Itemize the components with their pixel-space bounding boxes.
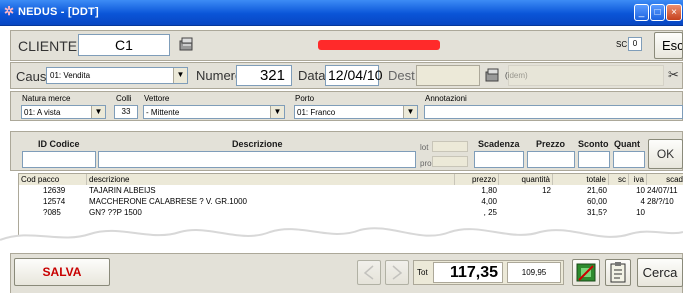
- dest-label: Dest: [388, 68, 415, 83]
- sc-field[interactable]: 0: [628, 37, 642, 51]
- colli-field[interactable]: 33: [114, 105, 138, 119]
- cell-quantita: 12: [542, 186, 551, 195]
- cell-desc: TAJARIN ALBEIJS: [89, 186, 156, 195]
- natura-select[interactable]: 01: A vista ▼: [21, 105, 106, 119]
- printer-icon: [576, 263, 596, 282]
- prezzo-field[interactable]: [527, 151, 575, 168]
- vettore-select[interactable]: - Mittente ▼: [143, 105, 285, 119]
- cell-iva: 10: [636, 208, 645, 217]
- nav-right-icon: [392, 265, 403, 280]
- cell-desc: MACCHERONE CALABRESE ? V. GR.1000: [89, 197, 247, 206]
- lot-field: [432, 141, 468, 152]
- cell-cod: ?085: [43, 208, 61, 217]
- cell-prezzo: , 25: [483, 208, 497, 217]
- cell-totale: 31,5?: [586, 208, 607, 217]
- tot-label: Tot: [417, 268, 428, 277]
- next-button[interactable]: [385, 260, 409, 285]
- annotazioni-field[interactable]: [424, 105, 683, 119]
- title-bar: [0, 0, 683, 26]
- vettore-value: - Mittente: [146, 108, 180, 117]
- porto-select[interactable]: 01: Franco ▼: [294, 105, 418, 119]
- pro-label: pro: [420, 159, 432, 168]
- scadenza-field[interactable]: [474, 151, 524, 168]
- caus-label: Caus: [16, 69, 47, 84]
- cell-iva: 4: [640, 197, 645, 206]
- quant-field[interactable]: [613, 151, 645, 168]
- col-cod-pacco[interactable]: Cod pacco: [19, 174, 87, 185]
- natura-value: 01: A vista: [24, 108, 61, 117]
- ok-button[interactable]: OK: [648, 139, 683, 169]
- cliente-label: CLIENTE: [18, 38, 78, 54]
- id-codice-label: ID Codice: [38, 139, 80, 149]
- nav-left-icon: [363, 265, 374, 280]
- colli-label: Colli: [116, 94, 132, 103]
- dest-field[interactable]: [416, 65, 480, 86]
- col-sc[interactable]: sc: [609, 174, 629, 185]
- natura-label: Natura merce: [22, 94, 71, 103]
- data-label: Data: [298, 68, 326, 83]
- tot-value: 117,35: [433, 262, 503, 283]
- cell-prezzo: 1,80: [481, 186, 497, 195]
- col-quantita[interactable]: quantità: [499, 174, 553, 185]
- lot-label: lot: [420, 143, 429, 152]
- esci-button[interactable]: Esci: [654, 32, 683, 59]
- quant-label: Quant: [614, 139, 640, 149]
- chevron-down-icon[interactable]: ▼: [173, 68, 187, 83]
- dest-lookup-icon[interactable]: [484, 67, 502, 85]
- chevron-down-icon[interactable]: ▼: [91, 106, 105, 118]
- tool-icon[interactable]: ✂: [668, 67, 683, 83]
- chevron-down-icon[interactable]: ▼: [270, 106, 284, 118]
- chevron-down-icon[interactable]: ▼: [403, 106, 417, 118]
- descrizione-label: Descrizione: [232, 139, 283, 149]
- col-totale[interactable]: totale: [553, 174, 609, 185]
- cell-cod: 12639: [43, 186, 66, 195]
- caus-value: 01: Vendita: [50, 71, 91, 80]
- subtotal-value: 109,95: [507, 262, 561, 283]
- id-codice-field[interactable]: [22, 151, 96, 168]
- maximize-button[interactable]: □: [650, 4, 665, 21]
- sc-label: SC: [616, 40, 628, 49]
- window-title: NEDUS - [DDT]: [18, 6, 99, 18]
- scadenza-label: Scadenza: [478, 139, 520, 149]
- vettore-label: Vettore: [144, 94, 170, 103]
- annotazioni-label: Annotazioni: [425, 94, 467, 103]
- torn-redaction: [0, 227, 683, 254]
- sconto-label: Sconto: [578, 139, 609, 149]
- pro-field: [432, 156, 468, 167]
- cell-iva: 10: [636, 186, 645, 195]
- cell-cod: 12574: [43, 197, 66, 206]
- cell-prezzo: 4,00: [481, 197, 497, 206]
- cell-scad: 24/07/11: [647, 186, 678, 195]
- dest-address-field: [508, 65, 664, 86]
- cell-desc: GN? ??P 1500: [89, 208, 142, 217]
- col-iva[interactable]: iva: [629, 174, 647, 185]
- redacted-customer-name: [318, 40, 440, 50]
- numero-field[interactable]: 321: [236, 65, 292, 86]
- close-button[interactable]: ×: [666, 4, 682, 21]
- prev-button[interactable]: [357, 260, 381, 285]
- porto-value: 01: Franco: [297, 108, 336, 117]
- lookup-icon[interactable]: [178, 36, 196, 54]
- cell-totale: 60,00: [586, 197, 607, 206]
- porto-label: Porto: [295, 94, 315, 103]
- col-prezzo[interactable]: prezzo: [455, 174, 499, 185]
- cerca-button[interactable]: Cerca: [637, 258, 683, 287]
- sconto-field[interactable]: [578, 151, 610, 168]
- cell-scad: 28/?/10: [647, 197, 674, 206]
- cliente-field[interactable]: C1: [78, 34, 170, 56]
- print-button[interactable]: [572, 259, 600, 286]
- col-descrizione[interactable]: descrizione: [87, 174, 455, 185]
- minimize-button[interactable]: _: [634, 4, 649, 21]
- clipboard-icon: [610, 262, 626, 283]
- salva-button[interactable]: SALVA: [14, 258, 110, 286]
- notes-button[interactable]: [605, 259, 631, 286]
- app-icon: ✲: [4, 4, 15, 18]
- data-field[interactable]: 12/04/10: [325, 65, 383, 86]
- col-scad[interactable]: scad: [647, 174, 683, 185]
- descrizione-field[interactable]: [98, 151, 416, 168]
- prezzo-label: Prezzo: [536, 139, 566, 149]
- caus-select[interactable]: 01: Vendita ▼: [46, 67, 188, 84]
- cell-totale: 21,60: [586, 186, 607, 195]
